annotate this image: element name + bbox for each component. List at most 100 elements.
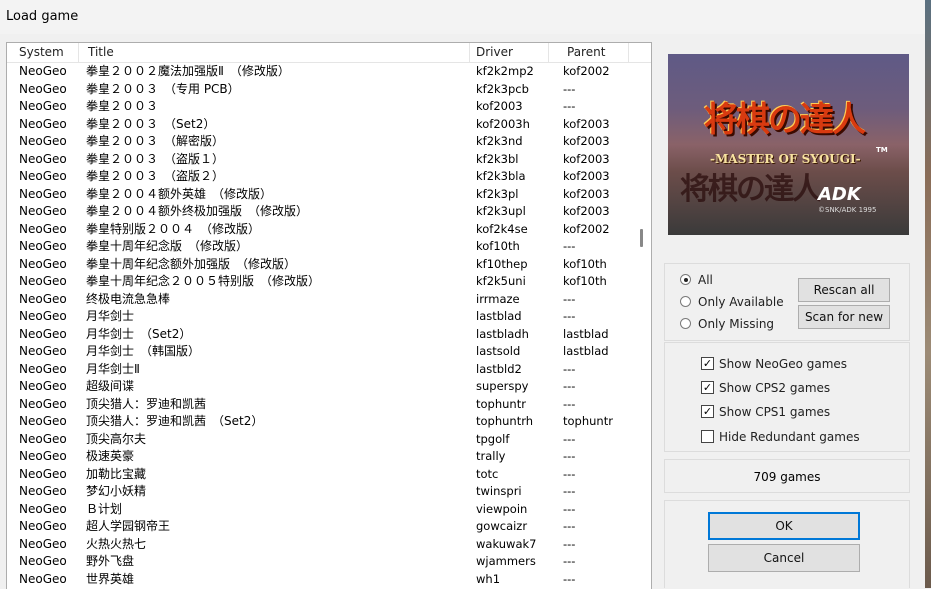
cell-parent: kof2003 bbox=[563, 186, 610, 201]
table-row[interactable]: NeoGeo 超人学园钢帝王 gowcaizr --- bbox=[7, 518, 637, 536]
radio-all-indicator[interactable] bbox=[680, 274, 691, 285]
table-row[interactable]: NeoGeo 拳皇２００３ （盗版２） kf2k3bla kof2003 bbox=[7, 168, 637, 186]
cell-system: NeoGeo bbox=[19, 256, 67, 271]
table-row[interactable]: NeoGeo 梦幻小妖精 twinspri --- bbox=[7, 483, 637, 501]
list-scrollbar[interactable] bbox=[638, 63, 651, 589]
column-header-title[interactable]: Title bbox=[79, 43, 470, 62]
column-header-system[interactable]: System bbox=[7, 43, 79, 62]
game-list[interactable]: System Title Driver Parent NeoGeo 拳皇２００２魔… bbox=[6, 42, 652, 589]
cell-parent: --- bbox=[563, 361, 576, 376]
cell-title: 月华剑士 bbox=[86, 309, 135, 323]
table-row[interactable]: NeoGeo 超级间谍 superspy --- bbox=[7, 378, 637, 396]
cell-title: 拳皇２００４额外终极加强版 （修改版） bbox=[86, 204, 309, 218]
column-header-driver[interactable]: Driver bbox=[470, 43, 549, 62]
check-icon[interactable]: ✓ bbox=[701, 381, 714, 394]
check-icon[interactable]: ✓ bbox=[701, 405, 714, 418]
table-row[interactable]: NeoGeo 世界英雄 wh1 --- bbox=[7, 571, 637, 589]
cell-title: 拳皇２００３ （解密版） bbox=[86, 134, 225, 148]
show-cps1-label: Show CPS1 games bbox=[719, 405, 831, 419]
cell-system: NeoGeo bbox=[19, 449, 67, 463]
cell-parent: kof2003 bbox=[563, 204, 610, 218]
list-header: System Title Driver Parent bbox=[7, 43, 651, 63]
cell-parent: --- bbox=[563, 239, 576, 253]
cell-driver: viewpoin bbox=[476, 501, 528, 516]
cell-system: NeoGeo bbox=[19, 379, 67, 393]
scan-for-new-button[interactable]: Scan for new bbox=[798, 305, 890, 329]
table-row[interactable]: NeoGeo 拳皇十周年纪念版 （修改版） kof10th --- bbox=[7, 238, 637, 256]
rescan-all-button[interactable]: Rescan all bbox=[798, 278, 890, 302]
table-row[interactable]: NeoGeo 顶尖高尔夫 tpgolf --- bbox=[7, 431, 637, 449]
dialog-buttons-group: OK Cancel bbox=[664, 500, 910, 588]
table-row[interactable]: NeoGeo Ｂ计划 viewpoin --- bbox=[7, 501, 637, 519]
scrollbar-thumb[interactable] bbox=[640, 229, 643, 247]
cell-parent: --- bbox=[563, 81, 576, 96]
cell-parent: --- bbox=[563, 554, 576, 568]
cell-title: 加勒比宝藏 bbox=[86, 466, 147, 481]
cell-parent: kof2003 bbox=[563, 151, 610, 166]
table-row[interactable]: NeoGeo 拳皇特别版２００４ （修改版） kof2k4se kof2002 bbox=[7, 221, 637, 239]
table-row[interactable]: NeoGeo 顶尖猎人：罗迪和凯茜 tophuntr --- bbox=[7, 396, 637, 414]
column-header-parent[interactable]: Parent bbox=[549, 43, 629, 62]
hide-redundant-box[interactable] bbox=[701, 430, 714, 443]
radio-only-missing-indicator[interactable] bbox=[680, 318, 691, 329]
window-title: Load game bbox=[6, 9, 79, 24]
table-row[interactable]: NeoGeo 月华剑士 lastblad --- bbox=[7, 308, 637, 326]
cell-parent: --- bbox=[563, 466, 576, 481]
ok-button[interactable]: OK bbox=[708, 512, 860, 540]
check-icon[interactable]: ✓ bbox=[701, 357, 714, 370]
cell-system: NeoGeo bbox=[19, 554, 67, 568]
cell-title: 拳皇２００３ bbox=[86, 99, 159, 113]
table-row[interactable]: NeoGeo 拳皇２００３ （盗版１） kf2k3bl kof2003 bbox=[7, 151, 637, 169]
table-row[interactable]: NeoGeo 月华剑士 （韩国版） lastsold lastblad bbox=[7, 343, 637, 361]
cell-parent: --- bbox=[563, 396, 576, 411]
cell-driver: gowcaizr bbox=[476, 519, 528, 533]
table-row[interactable]: NeoGeo 顶尖猎人：罗迪和凯茜 （Set2） tophuntrh tophuntr bbox=[7, 413, 637, 431]
cell-title: 拳皇２００４额外英雄 （修改版） bbox=[86, 186, 273, 201]
cell-system: NeoGeo bbox=[19, 291, 67, 306]
table-row[interactable]: NeoGeo 极速英豪 trally --- bbox=[7, 448, 637, 466]
cell-parent: --- bbox=[563, 379, 576, 393]
cell-system: NeoGeo bbox=[19, 186, 67, 201]
cell-parent: --- bbox=[563, 536, 576, 551]
cell-system: NeoGeo bbox=[19, 239, 67, 253]
table-row[interactable]: NeoGeo 拳皇２００３ （Set2） kof2003h kof2003 bbox=[7, 116, 637, 134]
cell-title: 顶尖猎人：罗迪和凯茜 bbox=[86, 396, 207, 411]
table-row[interactable]: NeoGeo 月华剑士 （Set2） lastbladh lastblad bbox=[7, 326, 637, 344]
cell-title: 顶尖高尔夫 bbox=[86, 431, 147, 446]
cell-system: NeoGeo bbox=[19, 81, 67, 96]
table-row[interactable]: NeoGeo 拳皇２００３ （解密版） kf2k3nd kof2003 bbox=[7, 133, 637, 151]
table-row[interactable]: NeoGeo 拳皇十周年纪念额外加强版 （修改版） kf10thep kof10th bbox=[7, 256, 637, 274]
cell-driver: tpgolf bbox=[476, 431, 510, 446]
preview-shadow-title: 将棋の達人 bbox=[680, 172, 822, 207]
cell-system: NeoGeo bbox=[19, 116, 67, 131]
table-row[interactable]: NeoGeo 终极电流急急棒 irrmaze --- bbox=[7, 291, 637, 309]
filter-group: All Only Available Only Missing Rescan a… bbox=[664, 263, 910, 341]
cell-parent: kof2003 bbox=[563, 116, 610, 131]
cell-title: 拳皇２００３ （专用 PCB） bbox=[86, 81, 240, 96]
cell-driver: twinspri bbox=[476, 484, 522, 498]
table-row[interactable]: NeoGeo 加勒比宝藏 totc --- bbox=[7, 466, 637, 484]
table-row[interactable]: NeoGeo 月华剑士Ⅱ lastbld2 --- bbox=[7, 361, 637, 379]
cell-driver: kf2k3pcb bbox=[476, 81, 529, 96]
table-row[interactable]: NeoGeo 火热火热七 wakuwak7 --- bbox=[7, 536, 637, 554]
cell-system: NeoGeo bbox=[19, 64, 67, 78]
table-row[interactable]: NeoGeo 拳皇２００２魔法加强版Ⅱ （修改版） kf2k2mp2 kof2002 bbox=[7, 63, 637, 81]
cell-parent: --- bbox=[563, 309, 576, 323]
table-row[interactable]: NeoGeo 拳皇十周年纪念２００５特别版 （修改版） kf2k5uni kof10t… bbox=[7, 273, 637, 291]
cell-title: 超人学园钢帝王 bbox=[86, 519, 171, 533]
table-row[interactable]: NeoGeo 野外飞盘 wjammers --- bbox=[7, 553, 637, 571]
preview-title: 将棋の達人 bbox=[704, 100, 866, 140]
cell-title: 月华剑士 （韩国版） bbox=[86, 344, 201, 358]
show-cps2-label: Show CPS2 games bbox=[719, 381, 831, 395]
cell-system: NeoGeo bbox=[19, 414, 67, 428]
cell-system: NeoGeo bbox=[19, 134, 67, 148]
cancel-button[interactable]: Cancel bbox=[708, 544, 860, 572]
cell-system: NeoGeo bbox=[19, 274, 67, 288]
radio-only-available-indicator[interactable] bbox=[680, 296, 691, 307]
cell-driver: totc bbox=[476, 466, 499, 481]
cell-title: 拳皇２００３ （盗版２） bbox=[86, 169, 225, 183]
table-row[interactable]: NeoGeo 拳皇２００４额外终极加强版 （修改版） kf2k3upl kof2003 bbox=[7, 203, 637, 221]
table-row[interactable]: NeoGeo 拳皇２００３ （专用 PCB） kf2k3pcb --- bbox=[7, 81, 637, 99]
table-row[interactable]: NeoGeo 拳皇２００４额外英雄 （修改版） kf2k3pl kof2003 bbox=[7, 186, 637, 204]
table-row[interactable]: NeoGeo 拳皇２００３ kof2003 --- bbox=[7, 98, 637, 116]
